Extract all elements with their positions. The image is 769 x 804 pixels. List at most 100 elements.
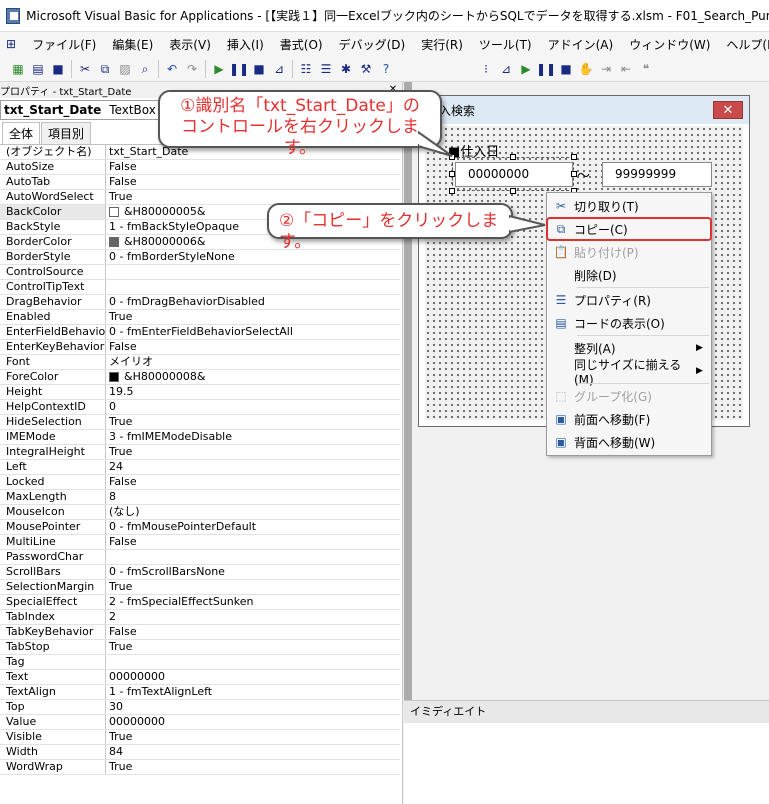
property-value[interactable]: False — [106, 475, 400, 489]
property-row[interactable]: Enabled True — [0, 310, 400, 325]
txt-start-date[interactable]: 00000000 — [455, 162, 573, 187]
property-row[interactable]: EnterKeyBehavior False — [0, 340, 400, 355]
property-row[interactable]: IMEMode 3 - fmIMEModeDisable — [0, 430, 400, 445]
property-value[interactable]: 0 - fmScrollBarsNone — [106, 565, 400, 579]
property-value[interactable]: 0 — [106, 400, 400, 414]
property-value[interactable]: 3 - fmIMEModeDisable — [106, 430, 400, 444]
context-menu-item[interactable]: ▣ 背面へ移動(W) — [548, 431, 710, 453]
property-value[interactable]: 30 — [106, 700, 400, 714]
property-row[interactable]: HelpContextID 0 — [0, 400, 400, 415]
property-value[interactable]: (なし) — [106, 505, 400, 519]
property-row[interactable]: BorderStyle 0 - fmBorderStyleNone — [0, 250, 400, 265]
paste-icon[interactable]: ▨ — [115, 59, 135, 79]
design-mode-icon-2[interactable]: ⊿ — [496, 59, 516, 79]
property-row[interactable]: WordWrap True — [0, 760, 400, 775]
property-row[interactable]: MaxLength 8 — [0, 490, 400, 505]
tab-categorized[interactable]: 項目別 — [41, 122, 92, 144]
property-value[interactable]: False — [106, 625, 400, 639]
outdent-icon[interactable]: ⇤ — [616, 59, 636, 79]
userform-close-icon[interactable]: ✕ — [713, 101, 743, 119]
property-value[interactable]: True — [106, 415, 400, 429]
insert-userform-icon[interactable]: ▤ — [28, 59, 48, 79]
property-row[interactable]: AutoSize False — [0, 160, 400, 175]
project-explorer-icon[interactable]: ☷ — [296, 59, 316, 79]
copy-icon[interactable]: ⧉ — [95, 59, 115, 79]
property-row[interactable]: TabKeyBehavior False — [0, 625, 400, 640]
property-value[interactable] — [106, 265, 400, 279]
hand-icon[interactable]: ✋ — [576, 59, 596, 79]
property-row[interactable]: TabStop True — [0, 640, 400, 655]
property-value[interactable]: True — [106, 760, 400, 774]
indent-icon[interactable]: ⇥ — [596, 59, 616, 79]
property-row[interactable]: Value 00000000 — [0, 715, 400, 730]
property-row[interactable]: Locked False — [0, 475, 400, 490]
property-value[interactable]: 24 — [106, 460, 400, 474]
property-row[interactable]: IntegralHeight True — [0, 445, 400, 460]
property-row[interactable]: Left 24 — [0, 460, 400, 475]
property-row[interactable]: PasswordChar — [0, 550, 400, 565]
property-row[interactable]: MouseIcon (なし) — [0, 505, 400, 520]
property-row[interactable]: EnterFieldBehavior 0 - fmEnterFieldBehavi… — [0, 325, 400, 340]
excel-view-icon[interactable]: ⊞ — [6, 37, 16, 51]
menu-addins[interactable]: アドイン(A) — [540, 36, 622, 53]
reset-icon[interactable]: ■ — [249, 59, 269, 79]
run-icon-2[interactable]: ▶ — [516, 59, 536, 79]
resize-handle[interactable] — [510, 154, 516, 160]
property-row[interactable]: ControlSource — [0, 265, 400, 280]
find-icon[interactable]: ⌕ — [135, 59, 155, 79]
help-icon[interactable]: ? — [376, 59, 396, 79]
property-value[interactable]: 2 - fmSpecialEffectSunken — [106, 595, 400, 609]
property-value[interactable]: 00000000 — [106, 670, 400, 684]
property-value[interactable]: True — [106, 640, 400, 654]
properties-window-icon[interactable]: ☰ — [316, 59, 336, 79]
excel-icon[interactable]: ▦ — [8, 59, 28, 79]
menu-edit[interactable]: 編集(E) — [104, 36, 161, 53]
property-row[interactable]: TextAlign 1 - fmTextAlignLeft — [0, 685, 400, 700]
property-value[interactable]: True — [106, 730, 400, 744]
menu-help[interactable]: ヘルプ(H) — [718, 36, 769, 53]
property-value[interactable]: 1 - fmTextAlignLeft — [106, 685, 400, 699]
property-value[interactable]: 0 - fmBorderStyleNone — [106, 250, 400, 264]
property-value[interactable]: 0 - fmMousePointerDefault — [106, 520, 400, 534]
property-value[interactable]: True — [106, 580, 400, 594]
menu-insert[interactable]: 挿入(I) — [219, 36, 272, 53]
property-value[interactable]: False — [106, 160, 400, 174]
immediate-window[interactable]: イミディエイト — [404, 700, 769, 804]
menu-view[interactable]: 表示(V) — [161, 36, 219, 53]
property-value[interactable]: 0 - fmDragBehaviorDisabled — [106, 295, 400, 309]
break-icon[interactable]: ❚❚ — [229, 59, 249, 79]
property-value[interactable]: 0 - fmEnterFieldBehaviorSelectAll — [106, 325, 400, 339]
undo-icon[interactable]: ↶ — [162, 59, 182, 79]
resize-handle[interactable] — [449, 188, 455, 194]
context-menu-item[interactable]: ⬚ グループ化(G) — [548, 385, 710, 407]
tab-alphabetic[interactable]: 全体 — [2, 122, 41, 144]
property-value[interactable] — [106, 655, 400, 669]
property-value[interactable]: 8 — [106, 490, 400, 504]
property-row[interactable]: Visible True — [0, 730, 400, 745]
break-icon-2[interactable]: ❚❚ — [536, 59, 556, 79]
property-row[interactable]: Font メイリオ — [0, 355, 400, 370]
resize-handle[interactable] — [449, 171, 455, 177]
cut-icon[interactable]: ✂ — [75, 59, 95, 79]
property-row[interactable]: SpecialEffect 2 - fmSpecialEffectSunken — [0, 595, 400, 610]
menu-window[interactable]: ウィンドウ(W) — [621, 36, 718, 53]
property-value[interactable]: False — [106, 175, 400, 189]
property-row[interactable]: ControlTipText — [0, 280, 400, 295]
property-value[interactable]: True — [106, 190, 400, 204]
resize-handle[interactable] — [571, 154, 577, 160]
property-row[interactable]: SelectionMargin True — [0, 580, 400, 595]
context-menu-item[interactable]: 📋 貼り付け(P) — [548, 241, 710, 263]
property-value[interactable]: 19.5 — [106, 385, 400, 399]
object-browser-icon[interactable]: ✱ — [336, 59, 356, 79]
context-menu-item[interactable]: ✂ 切り取り(T) — [548, 195, 710, 217]
toolbox-icon[interactable]: ⚒ — [356, 59, 376, 79]
property-row[interactable]: HideSelection True — [0, 415, 400, 430]
property-value[interactable] — [106, 280, 400, 294]
property-row[interactable]: DragBehavior 0 - fmDragBehaviorDisabled — [0, 295, 400, 310]
menu-debug[interactable]: デバッグ(D) — [331, 36, 414, 53]
property-row[interactable]: MousePointer 0 - fmMousePointerDefault — [0, 520, 400, 535]
run-icon[interactable]: ▶ — [209, 59, 229, 79]
property-row[interactable]: MultiLine False — [0, 535, 400, 550]
property-row[interactable]: ForeColor &H80000008& — [0, 370, 400, 385]
property-row[interactable]: AutoTab False — [0, 175, 400, 190]
